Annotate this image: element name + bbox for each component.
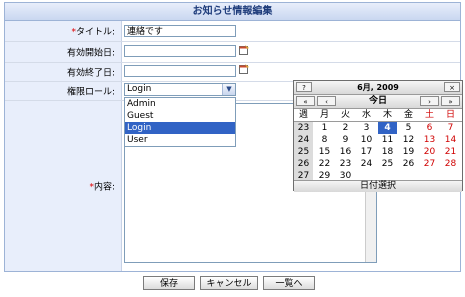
end-date-label: 有効終了日: (66, 68, 115, 79)
role-option-user[interactable]: User (125, 134, 235, 146)
weekday-label: 土 (424, 110, 434, 120)
calendar-help-button[interactable]: ? (296, 82, 312, 92)
calendar-day[interactable]: 9 (336, 134, 355, 146)
role-dropdown-list: Admin Guest Login User (124, 97, 236, 147)
calendar-day[interactable]: 23 (336, 158, 355, 170)
calendar-day[interactable]: 1 (315, 122, 334, 134)
calendar-day[interactable]: 2 (336, 122, 355, 134)
calendar-day[interactable]: 8 (315, 134, 334, 146)
calendar-week-row: 23 1 2 3 4 5 6 7 (294, 122, 462, 134)
calendar-day[interactable]: 7 (441, 122, 460, 134)
title-input[interactable]: 連絡です (124, 25, 236, 37)
calendar-day[interactable]: 25 (378, 158, 397, 170)
calendar-day[interactable]: 13 (420, 134, 439, 146)
calendar-day[interactable]: 6 (420, 122, 439, 134)
calendar-day[interactable]: 26 (399, 158, 418, 170)
start-date-input[interactable] (124, 45, 236, 57)
weekday-label: 水 (361, 110, 371, 120)
calendar-icon[interactable] (239, 64, 250, 74)
calendar-day[interactable]: 14 (441, 134, 460, 146)
week-header: 週 (298, 110, 308, 120)
role-label: 権限ロール: (66, 87, 115, 98)
calendar-day[interactable]: 22 (315, 158, 334, 170)
role-option-guest[interactable]: Guest (125, 110, 235, 122)
page-title: お知らせ情報編集 (5, 3, 460, 21)
start-date-label: 有効開始日: (66, 48, 115, 59)
weekday-label: 月 (319, 110, 329, 120)
calendar-popup: ? 6月, 2009 × « ‹ 今日 › » 週 月 火 水 木 金 土 日 … (293, 80, 463, 192)
calendar-day[interactable]: 10 (357, 134, 376, 146)
weekday-label: 日 (445, 110, 455, 120)
calendar-day[interactable]: 17 (357, 146, 376, 158)
calendar-day[interactable]: 28 (441, 158, 460, 170)
weekday-label: 火 (340, 110, 350, 120)
title-label: タイトル: (75, 27, 115, 38)
next-year-button[interactable]: » (441, 96, 460, 106)
role-option-admin[interactable]: Admin (125, 98, 235, 110)
calendar-footer: 日付選択 (294, 180, 462, 192)
calendar-month-title: 6月, 2009 (357, 83, 399, 92)
weekday-label: 金 (403, 110, 413, 120)
calendar-day[interactable]: 20 (420, 146, 439, 158)
calendar-day[interactable]: 5 (399, 122, 418, 134)
calendar-day[interactable]: 3 (357, 122, 376, 134)
week-number: 26 (297, 159, 310, 169)
week-number: 25 (297, 147, 310, 157)
calendar-week-row: 24 8 9 10 11 12 13 14 (294, 134, 462, 146)
role-option-login[interactable]: Login (125, 122, 235, 134)
calendar-day[interactable]: 27 (420, 158, 439, 170)
week-number: 24 (297, 135, 310, 145)
save-button[interactable]: 保存 (143, 276, 195, 290)
calendar-week-row: 25 15 16 17 18 19 20 21 (294, 146, 462, 158)
calendar-day[interactable]: 4 (378, 122, 397, 134)
cancel-button[interactable]: キャンセル (200, 276, 258, 290)
prev-year-button[interactable]: « (296, 96, 315, 106)
calendar-day[interactable]: 19 (399, 146, 418, 158)
role-select-value: Login (127, 84, 152, 94)
role-select[interactable]: Login ▼ (124, 83, 236, 96)
calendar-day[interactable]: 18 (378, 146, 397, 158)
calendar-close-button[interactable]: × (444, 82, 460, 92)
content-label: 内容: (93, 182, 115, 193)
weekday-header: 週 月 火 水 木 金 土 日 (294, 109, 462, 122)
calendar-day[interactable]: 21 (441, 146, 460, 158)
prev-month-button[interactable]: ‹ (317, 96, 336, 106)
today-button[interactable]: 今日 (338, 95, 418, 108)
back-to-list-button[interactable]: 一覧へ (263, 276, 315, 290)
calendar-icon[interactable] (239, 45, 250, 55)
calendar-day[interactable]: 16 (336, 146, 355, 158)
calendar-day[interactable]: 11 (378, 134, 397, 146)
end-date-input[interactable] (124, 65, 236, 77)
next-month-button[interactable]: › (420, 96, 439, 106)
week-number: 23 (297, 123, 310, 133)
chevron-down-icon[interactable]: ▼ (222, 84, 235, 95)
calendar-day[interactable]: 15 (315, 146, 334, 158)
calendar-week-row: 26 22 23 24 25 26 27 28 (294, 158, 462, 170)
calendar-day[interactable]: 12 (399, 134, 418, 146)
calendar-day[interactable]: 24 (357, 158, 376, 170)
weekday-label: 木 (382, 110, 392, 120)
